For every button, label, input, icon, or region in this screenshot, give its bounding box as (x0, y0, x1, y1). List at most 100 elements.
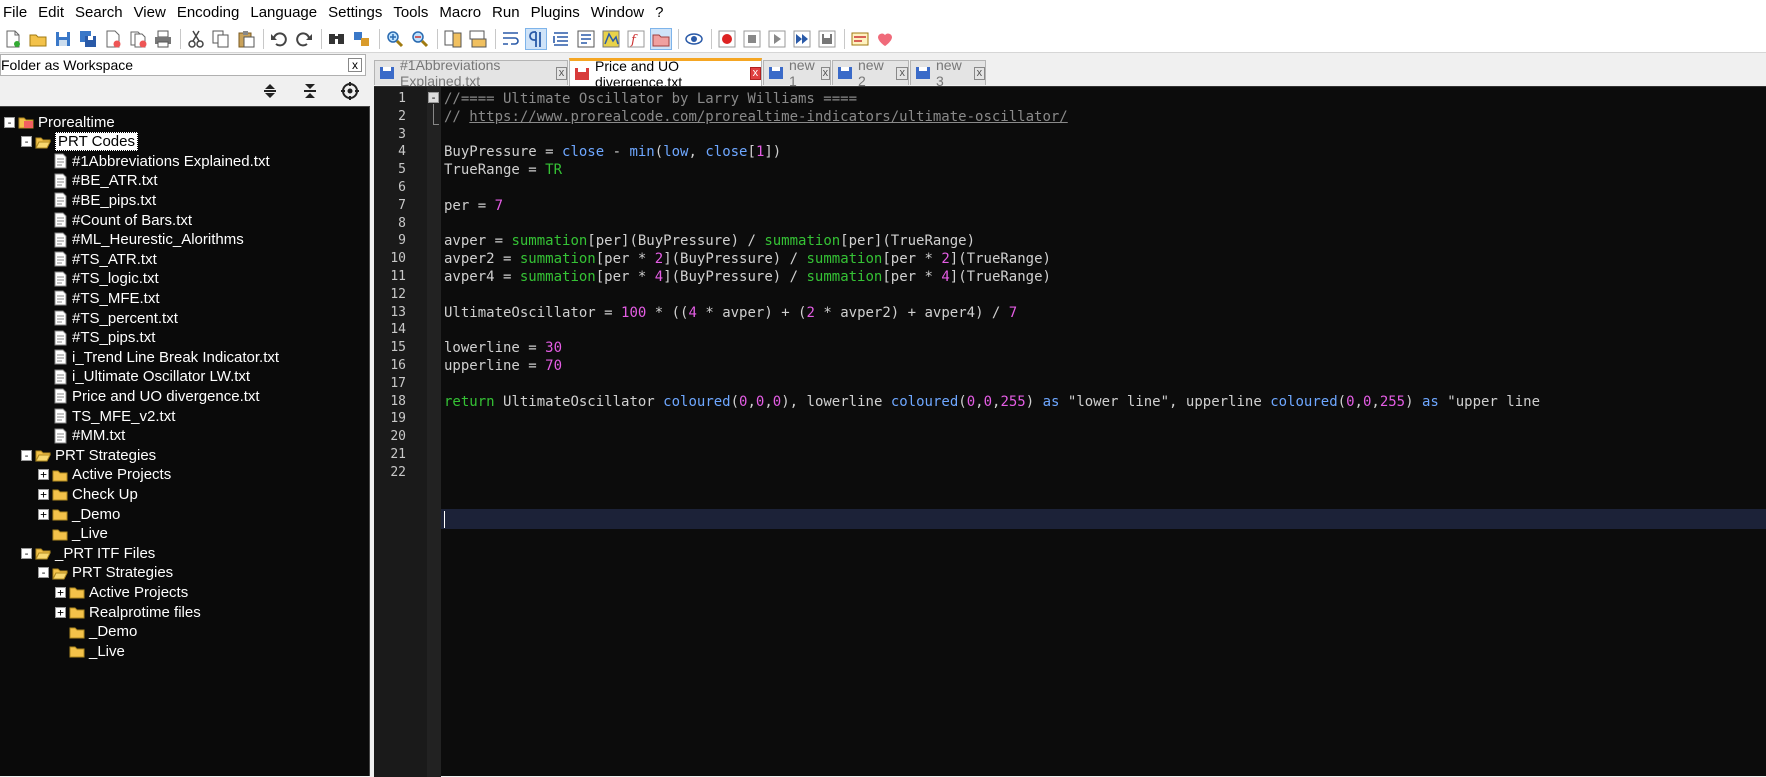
code-line[interactable]: avper4 = summation[per * 4](BuyPressure)… (444, 267, 1051, 287)
menu-file[interactable]: File (0, 0, 33, 26)
saved-file-icon (380, 67, 394, 79)
replace-button[interactable] (351, 28, 373, 50)
stop-macro-button[interactable] (741, 28, 763, 50)
collapse-toggle-icon[interactable]: - (4, 116, 15, 128)
menu-view[interactable]: View (129, 0, 172, 26)
menu-search[interactable]: Search (70, 0, 129, 26)
print-button[interactable] (152, 28, 174, 50)
menu-language[interactable]: Language (245, 0, 323, 26)
tree-item-label: #ML_Heurestic_Alorithms (72, 231, 244, 249)
code-line[interactable]: // https://www.prorealcode.com/prorealti… (444, 107, 1068, 127)
new-file-button[interactable] (2, 28, 24, 50)
run-macro-multiple-button[interactable] (791, 28, 813, 50)
spellcheck-button[interactable] (849, 28, 871, 50)
code-token: avper2 (444, 251, 504, 268)
redo-icon (296, 32, 312, 47)
code-line[interactable]: TrueRange = TR (444, 160, 562, 180)
expand-toggle-icon[interactable]: + (55, 606, 66, 618)
toolbar-separator (711, 29, 712, 49)
code-token: 70 (545, 358, 563, 374)
tab-close-icon[interactable]: x (556, 66, 567, 80)
user-lang-button[interactable] (575, 28, 597, 50)
code-token: [ (747, 144, 756, 161)
collapse-toggle-icon[interactable]: - (21, 547, 32, 559)
sync-horizontal-button[interactable] (467, 28, 489, 50)
expand-toggle-icon[interactable]: + (55, 586, 66, 598)
panel-close-button[interactable]: x (348, 58, 362, 72)
code-line[interactable]: per = 7 (444, 196, 503, 216)
code-token: "upper line (1447, 393, 1540, 410)
code-token: ) / (730, 233, 765, 250)
menu-tools[interactable]: Tools (388, 0, 434, 26)
code-line[interactable]: upperline = 70 (444, 356, 562, 376)
expand-toggle-icon[interactable]: + (38, 488, 49, 500)
menu-plugins[interactable]: Plugins (526, 0, 586, 26)
close-all-button[interactable] (127, 28, 149, 50)
save-button[interactable] (52, 28, 74, 50)
code-editor[interactable]: 1 2 3 4 5 6 7 8 9 10 11 12 13 14 15 16 17 18 19 20 21 22 - //… (374, 86, 1766, 777)
folder-workspace-button[interactable] (650, 28, 672, 50)
show-all-chars-button[interactable] (525, 28, 547, 50)
indent-guide-button[interactable] (550, 28, 572, 50)
zoom-in-button[interactable] (384, 28, 406, 50)
find-button[interactable] (326, 28, 348, 50)
menu-help[interactable]: ? (650, 0, 669, 26)
menu-run[interactable]: Run (487, 0, 526, 26)
open-file-icon (29, 34, 47, 47)
tab-close-icon[interactable]: x (749, 67, 761, 80)
collapse-toggle-icon[interactable]: - (21, 136, 32, 148)
zoom-out-button[interactable] (409, 28, 431, 50)
copy-button[interactable] (210, 28, 232, 50)
word-wrap-button[interactable] (500, 28, 522, 50)
open-file-button[interactable] (27, 28, 49, 50)
tab-new-1[interactable]: new 1 x (763, 57, 831, 89)
monitoring-button[interactable] (683, 28, 705, 50)
show-all-chars-icon (529, 31, 541, 47)
function-list-button[interactable]: f (625, 28, 647, 50)
play-macro-button[interactable] (766, 28, 788, 50)
tab-close-icon[interactable]: x (820, 66, 830, 80)
save-all-button[interactable] (77, 28, 99, 50)
collapse-toggle-icon[interactable]: - (38, 567, 49, 579)
record-macro-button[interactable] (716, 28, 738, 50)
fold-marker-icon[interactable]: - (428, 92, 439, 103)
menu-macro[interactable]: Macro (434, 0, 487, 26)
fold-margin[interactable]: - (427, 87, 441, 777)
record-macro-icon (718, 30, 736, 48)
menu-edit[interactable]: Edit (33, 0, 70, 26)
doc-map-button[interactable] (600, 28, 622, 50)
menu-window[interactable]: Window (586, 0, 650, 26)
tree-item-label: #TS_pips.txt (72, 329, 156, 347)
close-button[interactable] (102, 28, 124, 50)
code-line[interactable]: UltimateOscillator = 100 * ((4 * avper) … (444, 303, 1017, 323)
locate-file-icon[interactable] (340, 81, 360, 101)
code-token: * avper) + ( (696, 304, 807, 321)
tab-new-2[interactable]: new 2 x (832, 57, 909, 89)
tab-label: #1Abbreviations Explained.txt (400, 57, 501, 89)
code-token: = (477, 197, 495, 214)
tree-folder-item[interactable]: _Live (69, 640, 125, 662)
tab-price-and-uo-divergence-txt[interactable]: Price and UO divergence.txt x (569, 58, 762, 90)
expand-toggle-icon[interactable]: + (38, 508, 49, 520)
save-icon (56, 32, 70, 46)
redo-button[interactable] (293, 28, 315, 50)
tab-1abbreviations-explained-txt[interactable]: #1Abbreviations Explained.txt x (374, 57, 568, 89)
save-macro-button[interactable] (816, 28, 838, 50)
heart-button[interactable] (874, 28, 896, 50)
expand-toggle-icon[interactable]: + (38, 469, 49, 481)
cut-button[interactable] (185, 28, 207, 50)
tab-close-icon[interactable]: x (973, 66, 985, 80)
menu-encoding[interactable]: Encoding (172, 0, 246, 26)
code-line[interactable]: return UltimateOscillator coloured(0,0,0… (444, 392, 1540, 412)
code-token: TrueRange (966, 251, 1043, 268)
collapse-toggle-icon[interactable]: - (21, 449, 32, 461)
undo-button[interactable] (268, 28, 290, 50)
tab-close-icon[interactable]: x (896, 66, 908, 80)
collapse-all-icon[interactable] (300, 81, 320, 101)
expand-all-icon[interactable] (260, 81, 280, 101)
tab-new-3[interactable]: new 3 x (910, 57, 986, 89)
paste-button[interactable] (235, 28, 257, 50)
menu-settings[interactable]: Settings (323, 0, 388, 26)
code-token: = (604, 304, 622, 321)
sync-vertical-button[interactable] (442, 28, 464, 50)
